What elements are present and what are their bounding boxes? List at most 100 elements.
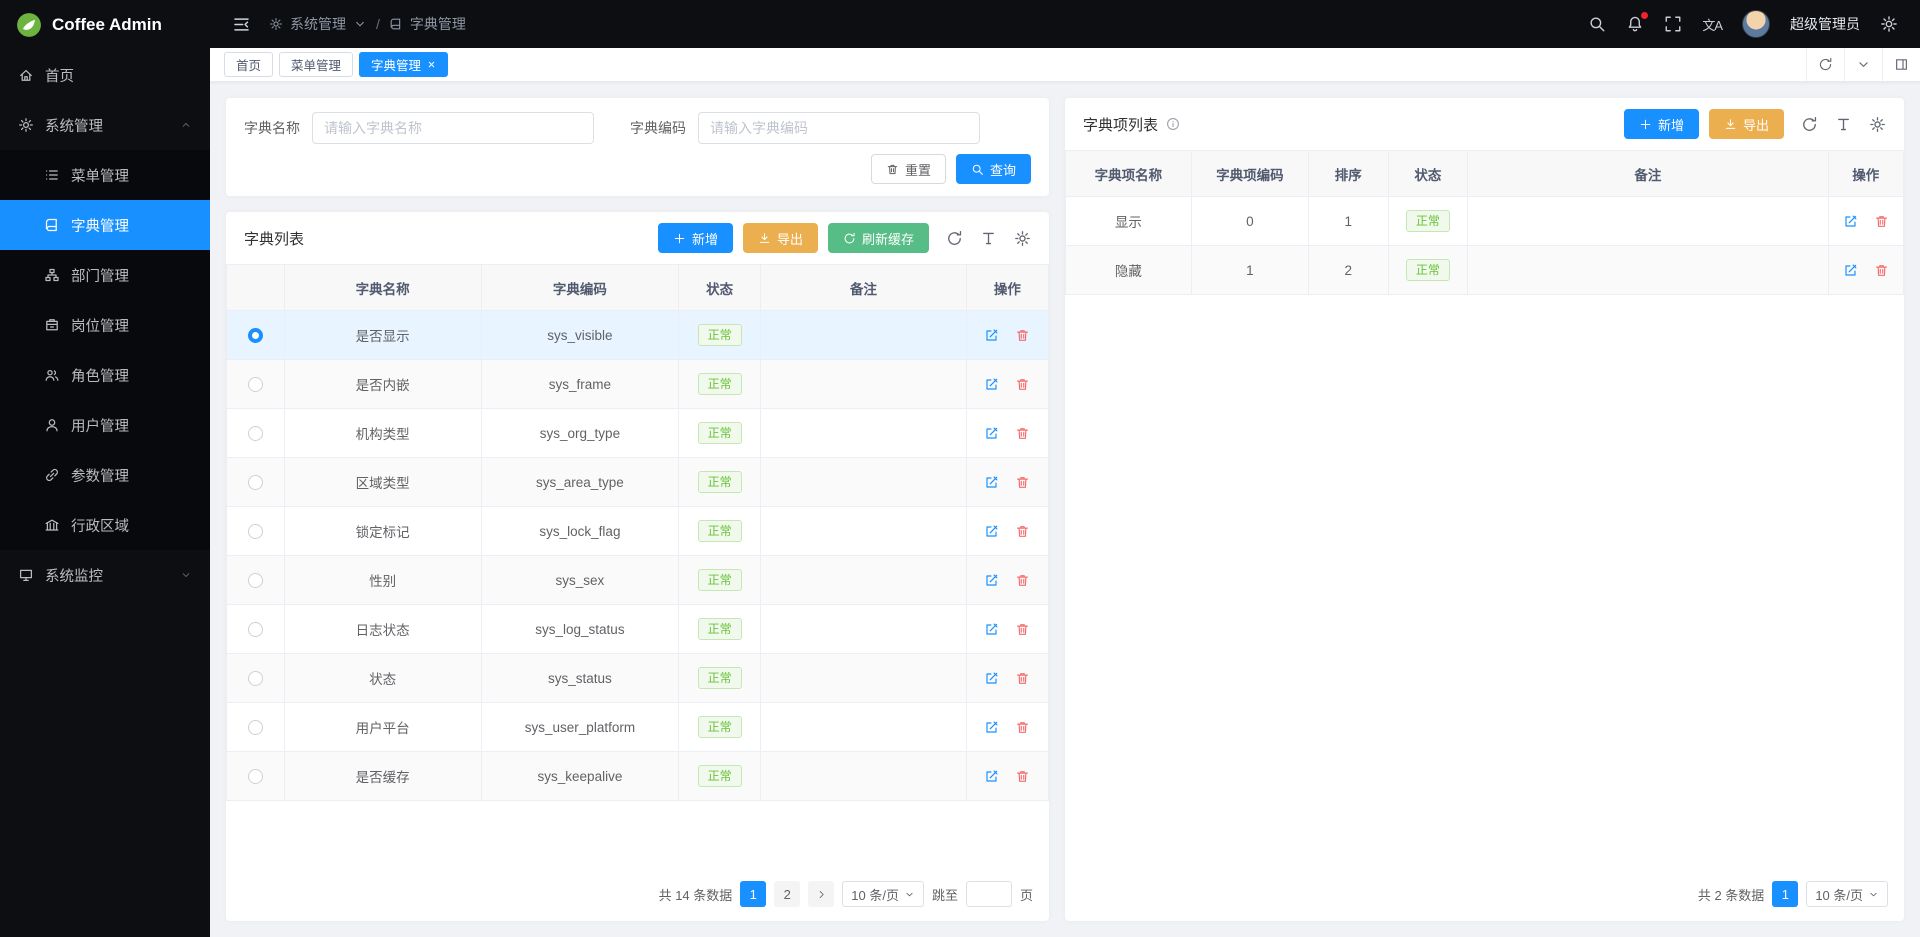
dict-row-1[interactable]: 是否内嵌sys_frame正常 — [227, 360, 1049, 409]
dict-row-2[interactable]: 机构类型sys_org_type正常 — [227, 409, 1049, 458]
collapse-sidebar-icon[interactable] — [232, 15, 251, 34]
sidebar-item-3[interactable]: 字典管理 — [0, 200, 210, 250]
notification-bell-icon[interactable] — [1626, 15, 1644, 33]
fullscreen-icon[interactable] — [1664, 15, 1682, 33]
edit-icon[interactable] — [984, 328, 999, 343]
sidebar-item-4[interactable]: 部门管理 — [0, 250, 210, 300]
sidebar-item-10[interactable]: 系统监控 — [0, 550, 210, 600]
edit-icon[interactable] — [984, 622, 999, 637]
row-radio[interactable] — [248, 720, 263, 735]
edit-icon[interactable] — [984, 524, 999, 539]
sidebar-item-0[interactable]: 首页 — [0, 50, 210, 100]
layout-setting-icon[interactable] — [1882, 48, 1920, 81]
settings-gear-icon[interactable] — [1880, 15, 1898, 33]
dict-name-input[interactable] — [312, 112, 594, 144]
edit-icon[interactable] — [1843, 214, 1858, 229]
sidebar-item-2[interactable]: 菜单管理 — [0, 150, 210, 200]
page-number-1[interactable]: 1 — [740, 881, 766, 907]
dict-item-row-0[interactable]: 显示01正常 — [1066, 197, 1904, 246]
close-icon[interactable] — [427, 60, 436, 69]
page-size-select[interactable]: 10 条/页 — [842, 881, 924, 907]
chevron-down-icon[interactable] — [353, 17, 367, 31]
row-radio[interactable] — [248, 426, 263, 441]
delete-icon[interactable] — [1015, 671, 1030, 686]
dict-row-4[interactable]: 锁定标记sys_lock_flag正常 — [227, 507, 1049, 556]
refresh-tab-icon[interactable] — [1806, 48, 1844, 81]
next-page-icon[interactable] — [808, 881, 834, 907]
reset-button[interactable]: 重置 — [871, 154, 946, 184]
delete-icon[interactable] — [1015, 769, 1030, 784]
tab-1[interactable]: 菜单管理 — [279, 52, 353, 77]
export-dict-item-button[interactable]: 导出 — [1709, 109, 1784, 139]
page-number-1[interactable]: 1 — [1772, 881, 1798, 907]
dict-row-7[interactable]: 状态sys_status正常 — [227, 654, 1049, 703]
font-size-icon[interactable] — [980, 230, 997, 247]
column-setting-gear-icon[interactable] — [1014, 230, 1031, 247]
tab-0[interactable]: 首页 — [224, 52, 273, 77]
font-size-icon[interactable] — [1835, 116, 1852, 133]
dict-row-6[interactable]: 日志状态sys_log_status正常 — [227, 605, 1049, 654]
add-dict-item-button[interactable]: 新增 — [1624, 109, 1699, 139]
refresh-cache-button[interactable]: 刷新缓存 — [828, 223, 929, 253]
page-number-2[interactable]: 2 — [774, 881, 800, 907]
dict-row-9[interactable]: 是否缓存sys_keepalive正常 — [227, 752, 1049, 801]
delete-icon[interactable] — [1015, 328, 1030, 343]
row-radio[interactable] — [248, 671, 263, 686]
sidebar-item-9[interactable]: 行政区域 — [0, 500, 210, 550]
jump-input[interactable] — [966, 881, 1012, 907]
export-dict-button[interactable]: 导出 — [743, 223, 818, 253]
delete-icon[interactable] — [1015, 377, 1030, 392]
edit-icon[interactable] — [984, 671, 999, 686]
delete-icon[interactable] — [1015, 622, 1030, 637]
edit-icon[interactable] — [984, 720, 999, 735]
delete-icon[interactable] — [1015, 720, 1030, 735]
sidebar-item-8[interactable]: 参数管理 — [0, 450, 210, 500]
dict-row-3[interactable]: 区域类型sys_area_type正常 — [227, 458, 1049, 507]
dict-code-input[interactable] — [698, 112, 980, 144]
edit-icon[interactable] — [1843, 263, 1858, 278]
tab-2[interactable]: 字典管理 — [359, 52, 448, 77]
delete-icon[interactable] — [1015, 475, 1030, 490]
add-dict-button[interactable]: 新增 — [658, 223, 733, 253]
dict-item-row-1[interactable]: 隐藏12正常 — [1066, 246, 1904, 295]
page-size-select[interactable]: 10 条/页 — [1806, 881, 1888, 907]
sidebar-item-5[interactable]: 岗位管理 — [0, 300, 210, 350]
translate-icon[interactable]: 文A — [1702, 15, 1722, 34]
row-radio[interactable] — [248, 475, 263, 490]
avatar[interactable] — [1742, 10, 1770, 38]
edit-icon[interactable] — [984, 573, 999, 588]
dict-row-8[interactable]: 用户平台sys_user_platform正常 — [227, 703, 1049, 752]
sidebar: Coffee Admin 首页系统管理菜单管理字典管理部门管理岗位管理角色管理用… — [0, 0, 210, 937]
query-button[interactable]: 查询 — [956, 154, 1031, 184]
edit-icon[interactable] — [984, 377, 999, 392]
row-radio[interactable] — [248, 769, 263, 784]
tab-actions-chevron-icon[interactable] — [1844, 48, 1882, 81]
edit-icon[interactable] — [984, 769, 999, 784]
row-radio[interactable] — [248, 573, 263, 588]
row-radio[interactable] — [248, 524, 263, 539]
dict-name-cell: 是否缓存 — [284, 752, 481, 801]
username[interactable]: 超级管理员 — [1790, 14, 1860, 34]
table-refresh-icon[interactable] — [946, 230, 963, 247]
row-radio[interactable] — [248, 622, 263, 637]
delete-icon[interactable] — [1874, 263, 1889, 278]
sidebar-item-1[interactable]: 系统管理 — [0, 100, 210, 150]
delete-icon[interactable] — [1015, 524, 1030, 539]
row-radio[interactable] — [248, 377, 263, 392]
dict-row-5[interactable]: 性别sys_sex正常 — [227, 556, 1049, 605]
delete-icon[interactable] — [1015, 426, 1030, 441]
column-setting-gear-icon[interactable] — [1869, 116, 1886, 133]
edit-icon[interactable] — [984, 426, 999, 441]
sidebar-item-7[interactable]: 用户管理 — [0, 400, 210, 450]
info-icon[interactable] — [1166, 117, 1180, 131]
search-icon[interactable] — [1588, 15, 1606, 33]
delete-icon[interactable] — [1874, 214, 1889, 229]
sidebar-item-6[interactable]: 角色管理 — [0, 350, 210, 400]
row-radio[interactable] — [248, 328, 263, 343]
edit-icon[interactable] — [984, 475, 999, 490]
delete-icon[interactable] — [1015, 573, 1030, 588]
dict-row-0[interactable]: 是否显示sys_visible正常 — [227, 311, 1049, 360]
status-badge: 正常 — [698, 716, 742, 738]
breadcrumb-parent[interactable]: 系统管理 — [290, 14, 346, 34]
table-refresh-icon[interactable] — [1801, 116, 1818, 133]
